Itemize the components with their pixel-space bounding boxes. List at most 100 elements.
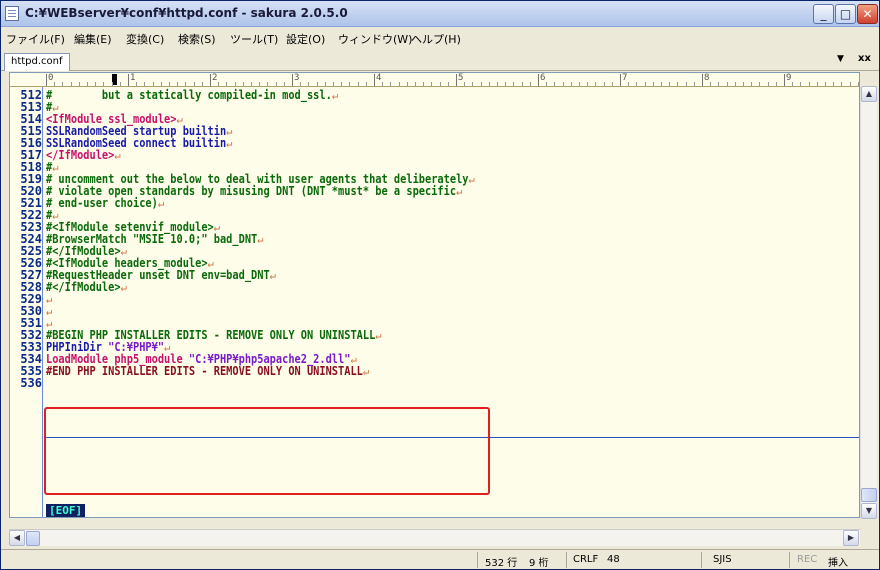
ruler-minor-tick xyxy=(661,82,662,86)
ruler-minor-tick xyxy=(169,82,170,86)
horizontal-scroll-thumb[interactable] xyxy=(26,531,40,546)
ruler-minor-tick xyxy=(734,82,736,86)
title-bar[interactable]: C:¥WEBserver¥conf¥httpd.conf - sakura 2.… xyxy=(1,1,879,27)
tab-close-button[interactable]: xx xyxy=(858,53,871,64)
ruler-minor-tick xyxy=(554,82,556,86)
ruler-minor-tick xyxy=(300,82,302,86)
minimize-icon: _ xyxy=(820,7,827,21)
ruler-minor-tick xyxy=(87,82,88,86)
ruler-minor-tick xyxy=(743,82,744,86)
minimize-button[interactable]: _ xyxy=(813,4,834,24)
ruler-label: 7 xyxy=(622,73,628,83)
scroll-right-button[interactable]: ▶ xyxy=(843,530,859,546)
menu-convert[interactable]: 変換(C) xyxy=(126,31,164,47)
ruler-minor-tick xyxy=(841,82,843,86)
ruler-minor-tick xyxy=(406,82,408,86)
menu-file[interactable]: ファイル(F) xyxy=(6,31,65,47)
scroll-down-button[interactable]: ▼ xyxy=(861,503,877,519)
ruler-minor-tick xyxy=(431,82,433,86)
ruler-minor-tick xyxy=(775,82,777,86)
ruler-minor-tick xyxy=(669,82,671,86)
menu-window[interactable]: ウィンドウ(W) xyxy=(338,31,412,47)
tab-bar: httpd.conf ▼ xx xyxy=(1,51,879,71)
menu-tools[interactable]: ツール(T) xyxy=(230,31,278,47)
line-end-mark-icon: ↵ xyxy=(157,196,165,210)
status-col: 9 桁 xyxy=(529,558,549,569)
vertical-scrollbar[interactable]: ▲ ▼ xyxy=(860,86,877,519)
text-editor[interactable]: 012345678910 512513514515516517518519520… xyxy=(9,72,860,518)
status-insert-mode: 挿入 xyxy=(828,558,848,569)
ruler-major-tick xyxy=(46,74,47,86)
window-title: C:¥WEBserver¥conf¥httpd.conf - sakura 2.… xyxy=(25,6,348,20)
menu-help[interactable]: ヘルプ(H) xyxy=(411,31,461,47)
ruler-minor-tick xyxy=(488,82,490,86)
ruler-minor-tick xyxy=(579,82,580,86)
ruler-minor-tick xyxy=(144,82,146,86)
ruler-minor-tick xyxy=(677,82,679,86)
ruler-minor-tick xyxy=(767,82,769,86)
ruler-minor-tick xyxy=(644,82,646,86)
ruler-label: 2 xyxy=(212,73,218,83)
ruler-minor-tick xyxy=(398,82,400,86)
ruler-major-tick xyxy=(784,74,785,86)
status-rec: REC xyxy=(797,554,818,565)
ruler-minor-tick xyxy=(800,82,802,86)
ruler-minor-tick xyxy=(521,82,523,86)
ruler-minor-tick xyxy=(480,82,482,86)
tab-list-arrow-icon[interactable]: ▼ xyxy=(837,54,844,64)
code-line[interactable]: # but a statically compiled-in mod_ssl.↵ xyxy=(46,89,338,101)
ruler-minor-tick xyxy=(636,82,638,86)
vertical-scroll-thumb[interactable] xyxy=(861,488,877,502)
menu-edit[interactable]: 編集(E) xyxy=(74,31,112,47)
ruler-minor-tick xyxy=(70,82,72,86)
line-number-gutter[interactable]: 512 513 514 515 516 517 518 519 520 521 522 523 524 5… xyxy=(10,87,43,517)
ruler-minor-tick xyxy=(275,82,277,86)
ruler-label: 8 xyxy=(704,73,710,83)
code-line[interactable]: #</IfModule>↵ xyxy=(46,281,127,293)
ruler-minor-tick xyxy=(570,82,572,86)
ruler-minor-tick xyxy=(603,82,605,86)
ruler-minor-tick xyxy=(792,82,794,86)
ruler-minor-tick xyxy=(136,82,138,86)
ruler-minor-tick xyxy=(497,82,498,86)
code-line[interactable]: # end-user choice)↵ xyxy=(46,197,164,209)
menu-search[interactable]: 検索(S) xyxy=(178,31,216,47)
ruler-minor-tick xyxy=(382,82,384,86)
ruler-label: 0 xyxy=(48,73,54,83)
ruler-minor-tick xyxy=(439,82,441,86)
scroll-left-button[interactable]: ◀ xyxy=(9,530,25,546)
line-number: 536 xyxy=(20,376,42,390)
menu-settings[interactable]: 設定(O) xyxy=(286,31,325,47)
ruler-minor-tick xyxy=(423,82,425,86)
line-end-mark-icon: ↵ xyxy=(362,364,370,378)
maximize-button[interactable]: □ xyxy=(835,4,856,24)
ruler-minor-tick xyxy=(78,82,80,86)
ruler-minor-tick xyxy=(201,82,203,86)
ruler-minor-tick xyxy=(415,82,416,86)
ruler-minor-tick xyxy=(251,82,252,86)
ruler-minor-tick xyxy=(193,82,195,86)
ruler-minor-tick xyxy=(283,82,285,86)
column-ruler[interactable]: 012345678910 xyxy=(10,73,859,87)
ruler-major-tick xyxy=(620,74,621,86)
triangle-up-icon: ▲ xyxy=(865,89,873,98)
ruler-label: 3 xyxy=(294,73,300,83)
close-button[interactable]: ✕ xyxy=(857,4,878,24)
ruler-minor-tick xyxy=(546,82,548,86)
scroll-up-button[interactable]: ▲ xyxy=(861,86,877,102)
triangle-down-icon: ▼ xyxy=(865,506,873,515)
code-line[interactable]: #END PHP INSTALLER EDITS - REMOVE ONLY O… xyxy=(46,365,369,377)
ruler-label: 5 xyxy=(458,73,464,83)
editor-window: C:¥WEBserver¥conf¥httpd.conf - sakura 2.… xyxy=(0,0,880,570)
line-end-mark-icon: ↵ xyxy=(226,136,233,150)
line-end-mark-icon: ↵ xyxy=(456,184,463,198)
horizontal-scrollbar[interactable]: ◀ ▶ xyxy=(9,529,860,546)
tab-httpd-conf[interactable]: httpd.conf xyxy=(4,53,70,71)
ruler-label: 1 xyxy=(130,73,136,83)
status-bar: 532 行 9 桁 CRLF 48 SJIS REC 挿入 xyxy=(1,549,879,569)
ruler-minor-tick xyxy=(119,82,121,86)
ruler-minor-tick xyxy=(849,82,851,86)
close-icon: ✕ xyxy=(862,7,873,21)
ruler-minor-tick xyxy=(242,82,244,86)
ruler-minor-tick xyxy=(349,82,351,86)
